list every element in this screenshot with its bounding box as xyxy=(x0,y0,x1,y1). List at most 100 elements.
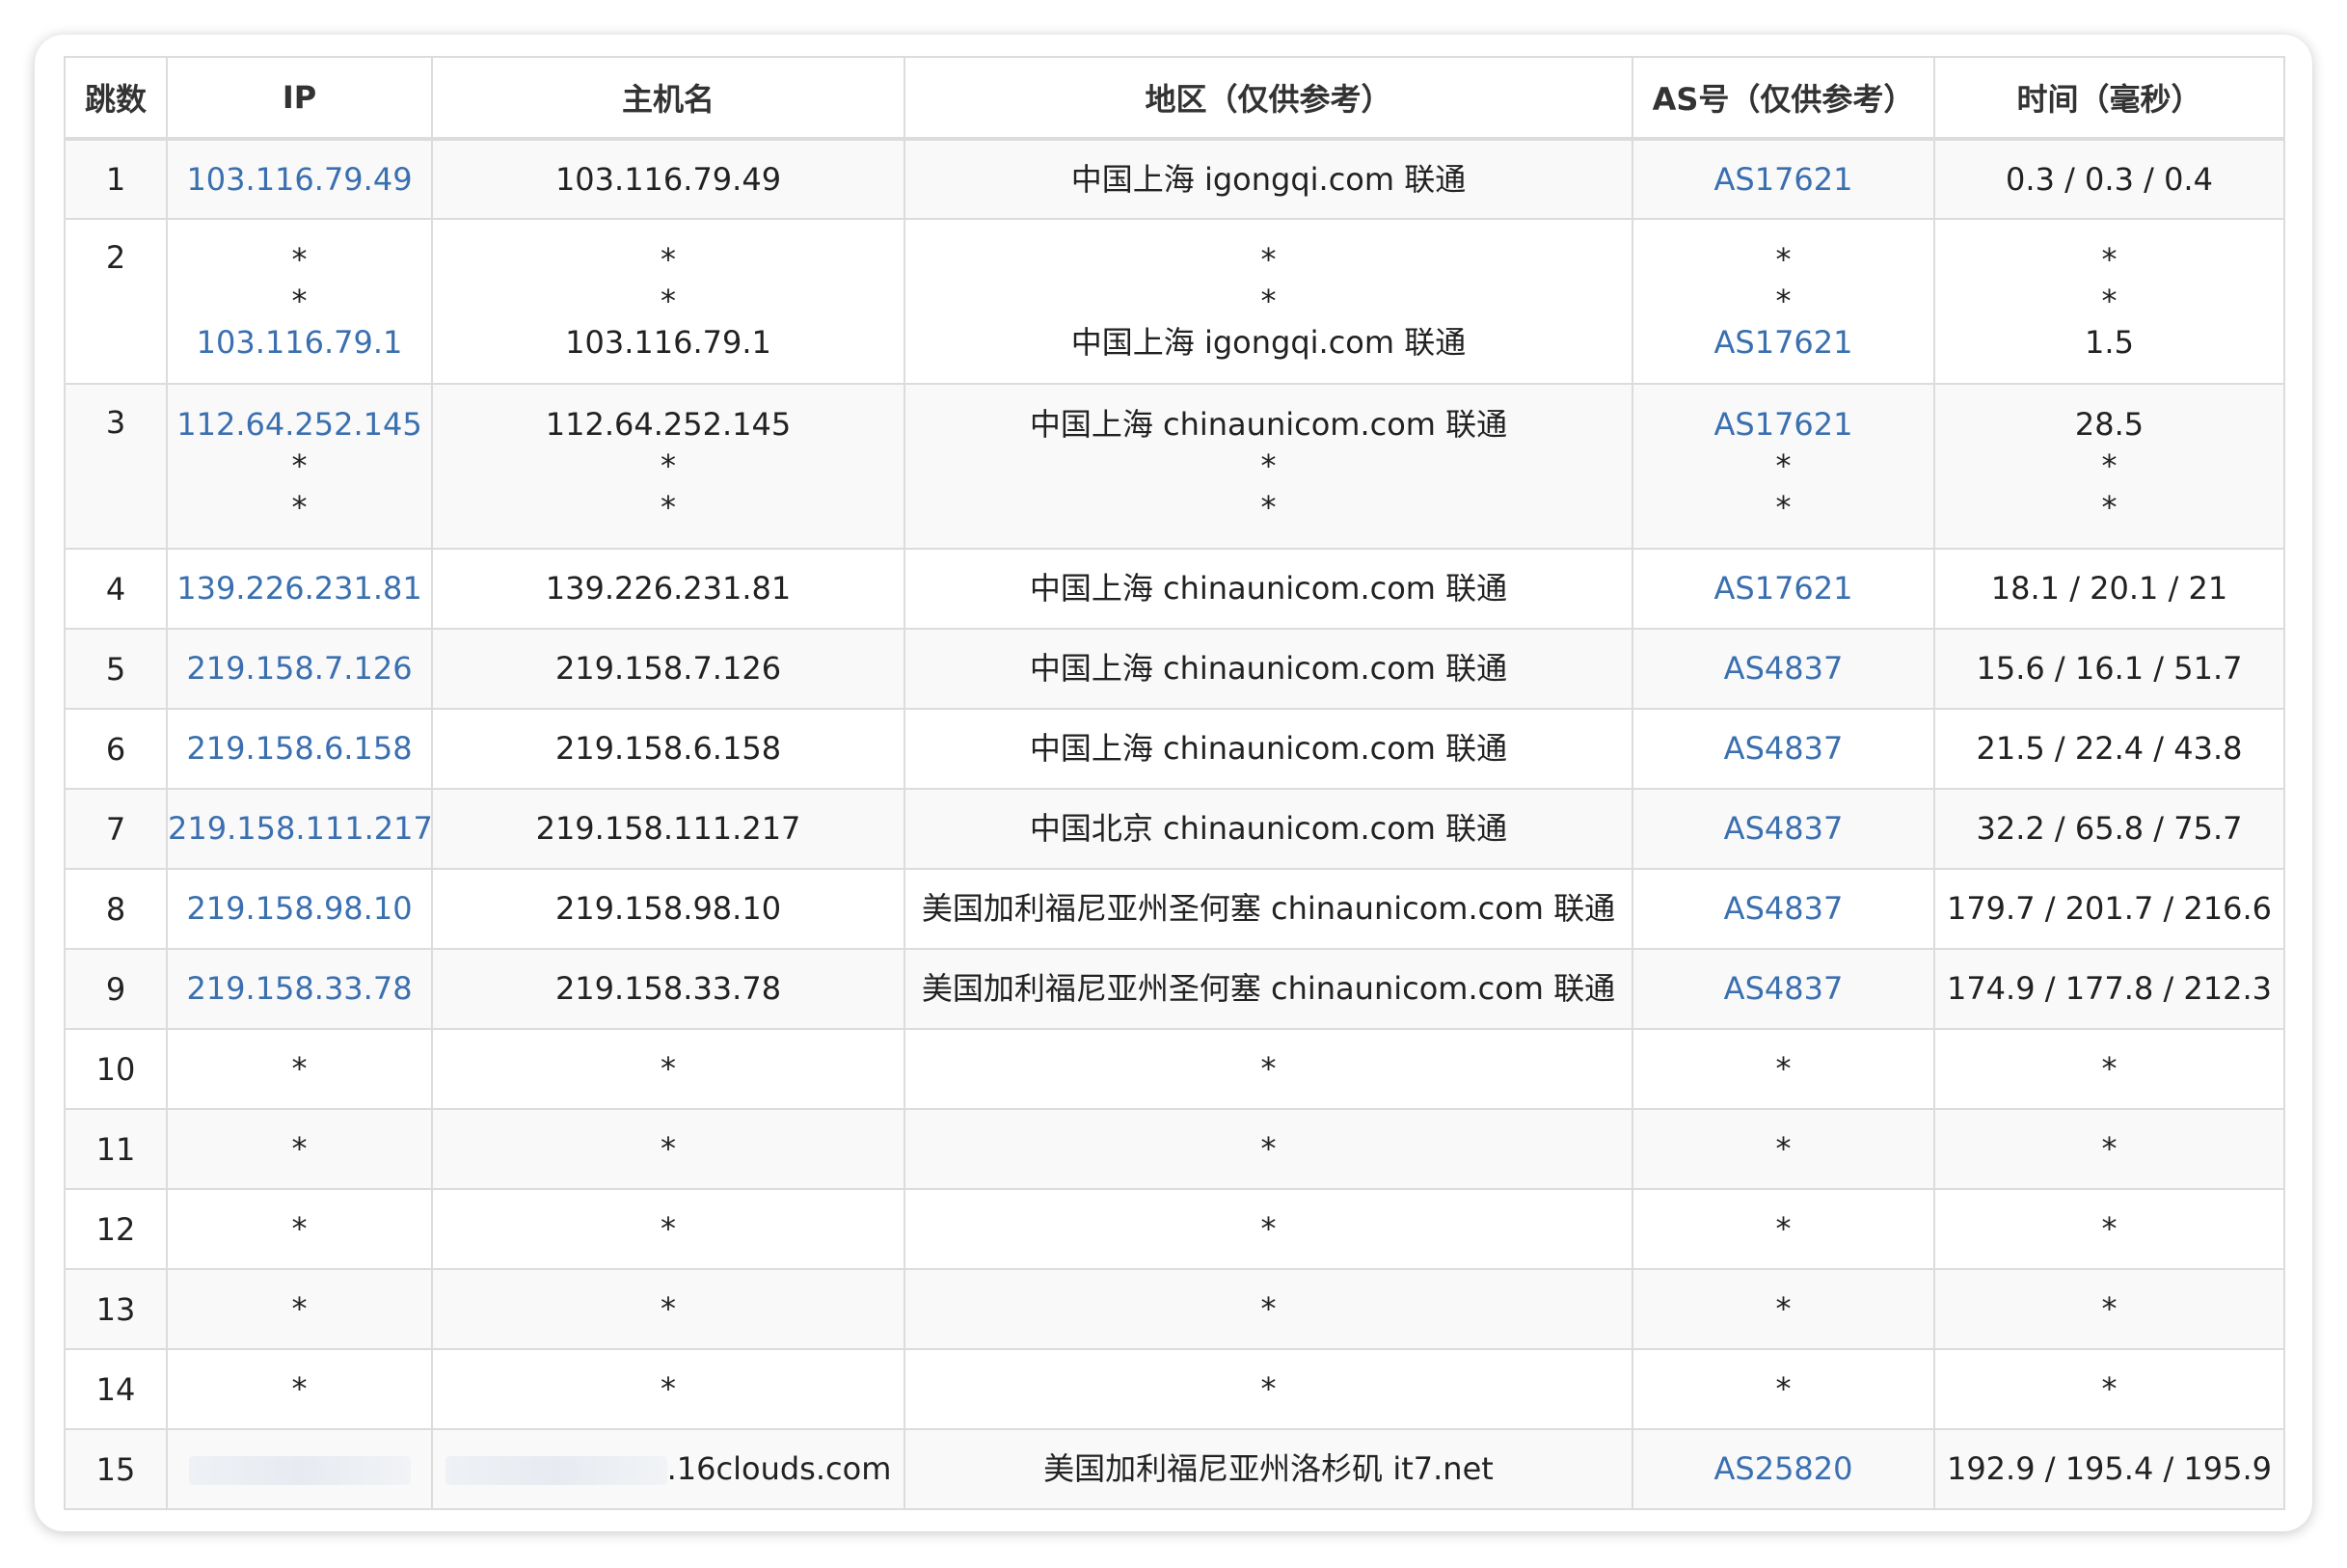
time-value: * xyxy=(2101,1130,2118,1167)
hostname-cell: * xyxy=(431,1348,905,1430)
hop-number: 8 xyxy=(64,868,168,950)
time-value: 18.1 / 20.1 / 21 xyxy=(1990,570,2228,607)
hostname-cell: * * 103.116.79.1 xyxy=(431,218,905,385)
region-value: 中国上海 chinaunicom.com 联通 xyxy=(1029,650,1508,687)
time-cell: 174.9 / 177.8 / 212.3 xyxy=(1933,948,2285,1030)
table-header-row: 跳数 IP 主机名 地区（仅供参考） AS号（仅供参考） 时间（毫秒） xyxy=(64,56,2285,141)
host-value: 219.158.98.10 xyxy=(554,890,782,927)
ip-cell: 139.226.231.81 xyxy=(166,548,433,630)
time-value: 174.9 / 177.8 / 212.3 xyxy=(1946,970,2273,1007)
as-cell: AS4837 xyxy=(1632,708,1935,790)
time-value: * xyxy=(2101,1210,2118,1247)
region-cell: * xyxy=(904,1348,1633,1430)
as-value: * xyxy=(1775,283,1792,319)
time-value: * xyxy=(2101,241,2118,278)
ip-link[interactable]: 219.158.98.10 xyxy=(168,888,431,930)
ip-value: * xyxy=(291,1290,308,1327)
ip-cell: 219.158.33.78 xyxy=(166,948,433,1030)
as-value: * xyxy=(1775,241,1792,278)
as-link[interactable]: AS17621 xyxy=(1633,404,1933,446)
host-value: * xyxy=(661,447,676,484)
host-value: * xyxy=(661,241,676,278)
hop-number: 5 xyxy=(64,628,168,710)
ip-link[interactable]: 103.116.79.49 xyxy=(168,159,431,201)
ip-cell: * xyxy=(166,1108,433,1190)
host-value: 103.116.79.1 xyxy=(565,324,771,361)
header-hostname: 主机名 xyxy=(431,56,905,141)
ip-link[interactable]: 139.226.231.81 xyxy=(168,568,431,609)
ip-link[interactable]: 219.158.111.217 xyxy=(168,808,433,850)
table-row: 7 219.158.111.217 219.158.111.217 中国北京 chin… xyxy=(64,788,2285,870)
time-cell: 15.6 / 16.1 / 51.7 xyxy=(1933,628,2285,710)
time-cell: * xyxy=(1933,1028,2285,1110)
ip-link[interactable]: 103.116.79.1 xyxy=(168,322,431,364)
as-link[interactable]: AS17621 xyxy=(1633,322,1933,364)
as-value: * xyxy=(1775,1290,1792,1327)
ip-link[interactable]: 219.158.33.78 xyxy=(168,968,431,1010)
as-value: * xyxy=(1775,1050,1792,1087)
ip-link[interactable]: 219.158.7.126 xyxy=(168,648,431,689)
as-link[interactable]: AS17621 xyxy=(1633,568,1933,609)
time-value: * xyxy=(2101,1050,2118,1087)
ip-cell: 219.158.98.10 xyxy=(166,868,433,950)
ip-cell: * * 103.116.79.1 xyxy=(166,218,433,385)
region-value: 中国上海 igongqi.com 联通 xyxy=(1070,160,1467,198)
region-cell: * xyxy=(904,1188,1633,1270)
ip-cell: * xyxy=(166,1188,433,1270)
region-value: * xyxy=(1260,283,1277,319)
hostname-cell: 219.158.33.78 xyxy=(431,948,905,1030)
ip-cell: 103.116.79.49 xyxy=(166,138,433,220)
as-link[interactable]: AS4837 xyxy=(1633,968,1933,1010)
time-cell: * xyxy=(1933,1348,2285,1430)
as-value: * xyxy=(1775,489,1792,526)
table-row: 15 .16clouds.com 美国加利福尼亚州洛杉矶 it7.net AS2582… xyxy=(64,1428,2285,1510)
ip-link[interactable]: 219.158.6.158 xyxy=(168,728,431,770)
time-value: 28.5 xyxy=(2074,406,2145,443)
time-cell: * * 1.5 xyxy=(1933,218,2285,385)
time-value: * xyxy=(2101,1370,2118,1407)
time-value: * xyxy=(2101,1290,2118,1327)
as-value: * xyxy=(1775,447,1792,484)
as-cell: AS4837 xyxy=(1632,948,1935,1030)
as-value: * xyxy=(1775,1130,1792,1167)
as-link[interactable]: AS4837 xyxy=(1633,648,1933,689)
hostname-cell: 103.116.79.49 xyxy=(431,138,905,220)
region-cell: * xyxy=(904,1268,1633,1350)
region-cell: 中国上海 chinaunicom.com 联通 xyxy=(904,628,1633,710)
hostname-cell: .16clouds.com xyxy=(431,1428,905,1510)
as-cell: AS4837 xyxy=(1632,788,1935,870)
hostname-cell: 219.158.6.158 xyxy=(431,708,905,790)
host-value: * xyxy=(661,1130,676,1167)
time-value: 21.5 / 22.4 / 43.8 xyxy=(1976,730,2243,767)
as-link[interactable]: AS4837 xyxy=(1633,728,1933,770)
header-ip: IP xyxy=(166,56,433,141)
region-cell: 中国上海 chinaunicom.com 联通 xyxy=(904,708,1633,790)
hop-number: 14 xyxy=(64,1348,168,1430)
table-row: 2 * * 103.116.79.1 * * 103.116.79.1 * * 中国上海 igon… xyxy=(64,218,2285,385)
as-link[interactable]: AS25820 xyxy=(1633,1448,1933,1490)
table-row: 12 * * * * * xyxy=(64,1188,2285,1270)
as-link[interactable]: AS4837 xyxy=(1633,808,1933,850)
as-cell: AS25820 xyxy=(1632,1428,1935,1510)
hostname-cell: * xyxy=(431,1028,905,1110)
region-cell: 美国加利福尼亚州圣何塞 chinaunicom.com 联通 xyxy=(904,868,1633,950)
as-link[interactable]: AS17621 xyxy=(1633,159,1933,201)
region-value: * xyxy=(1260,1130,1277,1167)
as-link[interactable]: AS4837 xyxy=(1633,888,1933,930)
host-value: 219.158.33.78 xyxy=(554,970,782,1007)
ip-link[interactable]: 112.64.252.145 xyxy=(168,404,431,446)
host-value: * xyxy=(661,1290,676,1327)
time-value: * xyxy=(2101,447,2118,484)
table-row: 8 219.158.98.10 219.158.98.10 美国加利福尼亚州圣何塞 c… xyxy=(64,868,2285,950)
hop-number: 11 xyxy=(64,1108,168,1190)
region-cell: * xyxy=(904,1028,1633,1110)
region-value: 中国北京 chinaunicom.com 联通 xyxy=(1029,810,1508,847)
table-row: 5 219.158.7.126 219.158.7.126 中国上海 chinauni… xyxy=(64,628,2285,710)
ip-value: * xyxy=(291,489,308,526)
as-value: * xyxy=(1775,1210,1792,1247)
region-value: * xyxy=(1260,489,1277,526)
hostname-cell: 219.158.111.217 xyxy=(431,788,905,870)
as-cell: AS17621 * * xyxy=(1632,383,1935,550)
time-value: 192.9 / 195.4 / 195.9 xyxy=(1946,1450,2273,1487)
table-row: 9 219.158.33.78 219.158.33.78 美国加利福尼亚州圣何塞 c… xyxy=(64,948,2285,1030)
